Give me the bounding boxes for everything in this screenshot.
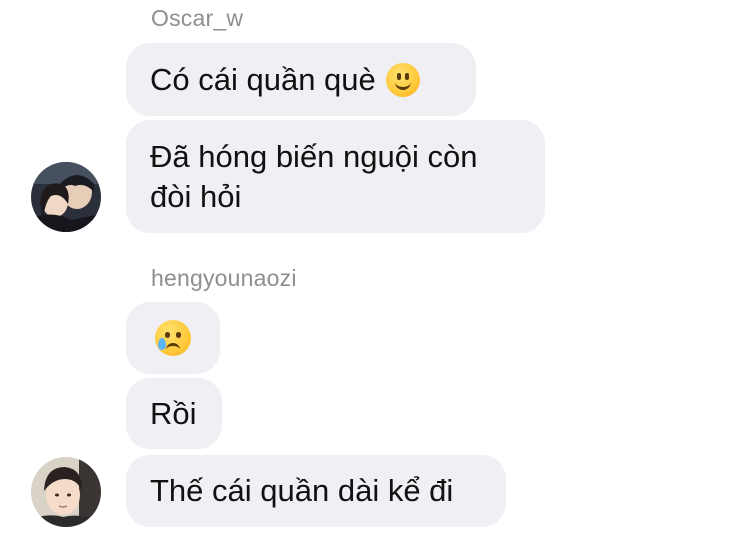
message-text: Có cái quần què — [150, 61, 376, 97]
avatar[interactable] — [31, 162, 101, 232]
sender-name: Oscar_w — [151, 5, 244, 31]
message-text: Đã hóng biến nguội còn đòi hỏi — [150, 138, 478, 214]
slightly-smiling-face-icon — [385, 62, 420, 97]
message-text: Rồi — [150, 395, 197, 431]
message-text: Thế cái quần dài kể đi — [150, 473, 454, 508]
message-bubble[interactable] — [126, 302, 220, 374]
avatar-young-man-photo — [31, 457, 101, 527]
message-bubble[interactable]: Có cái quần què — [126, 43, 476, 116]
crying-face-icon — [155, 320, 191, 356]
message-bubble[interactable]: Thế cái quần dài kể đi — [126, 455, 506, 527]
message-bubble[interactable]: Đã hóng biến nguội còn đòi hỏi — [126, 120, 545, 233]
avatar[interactable] — [31, 457, 101, 527]
avatar-couple-photo — [31, 162, 101, 232]
sender-name: hengyounaozi — [151, 265, 297, 291]
message-bubble[interactable]: Rồi — [126, 378, 222, 449]
